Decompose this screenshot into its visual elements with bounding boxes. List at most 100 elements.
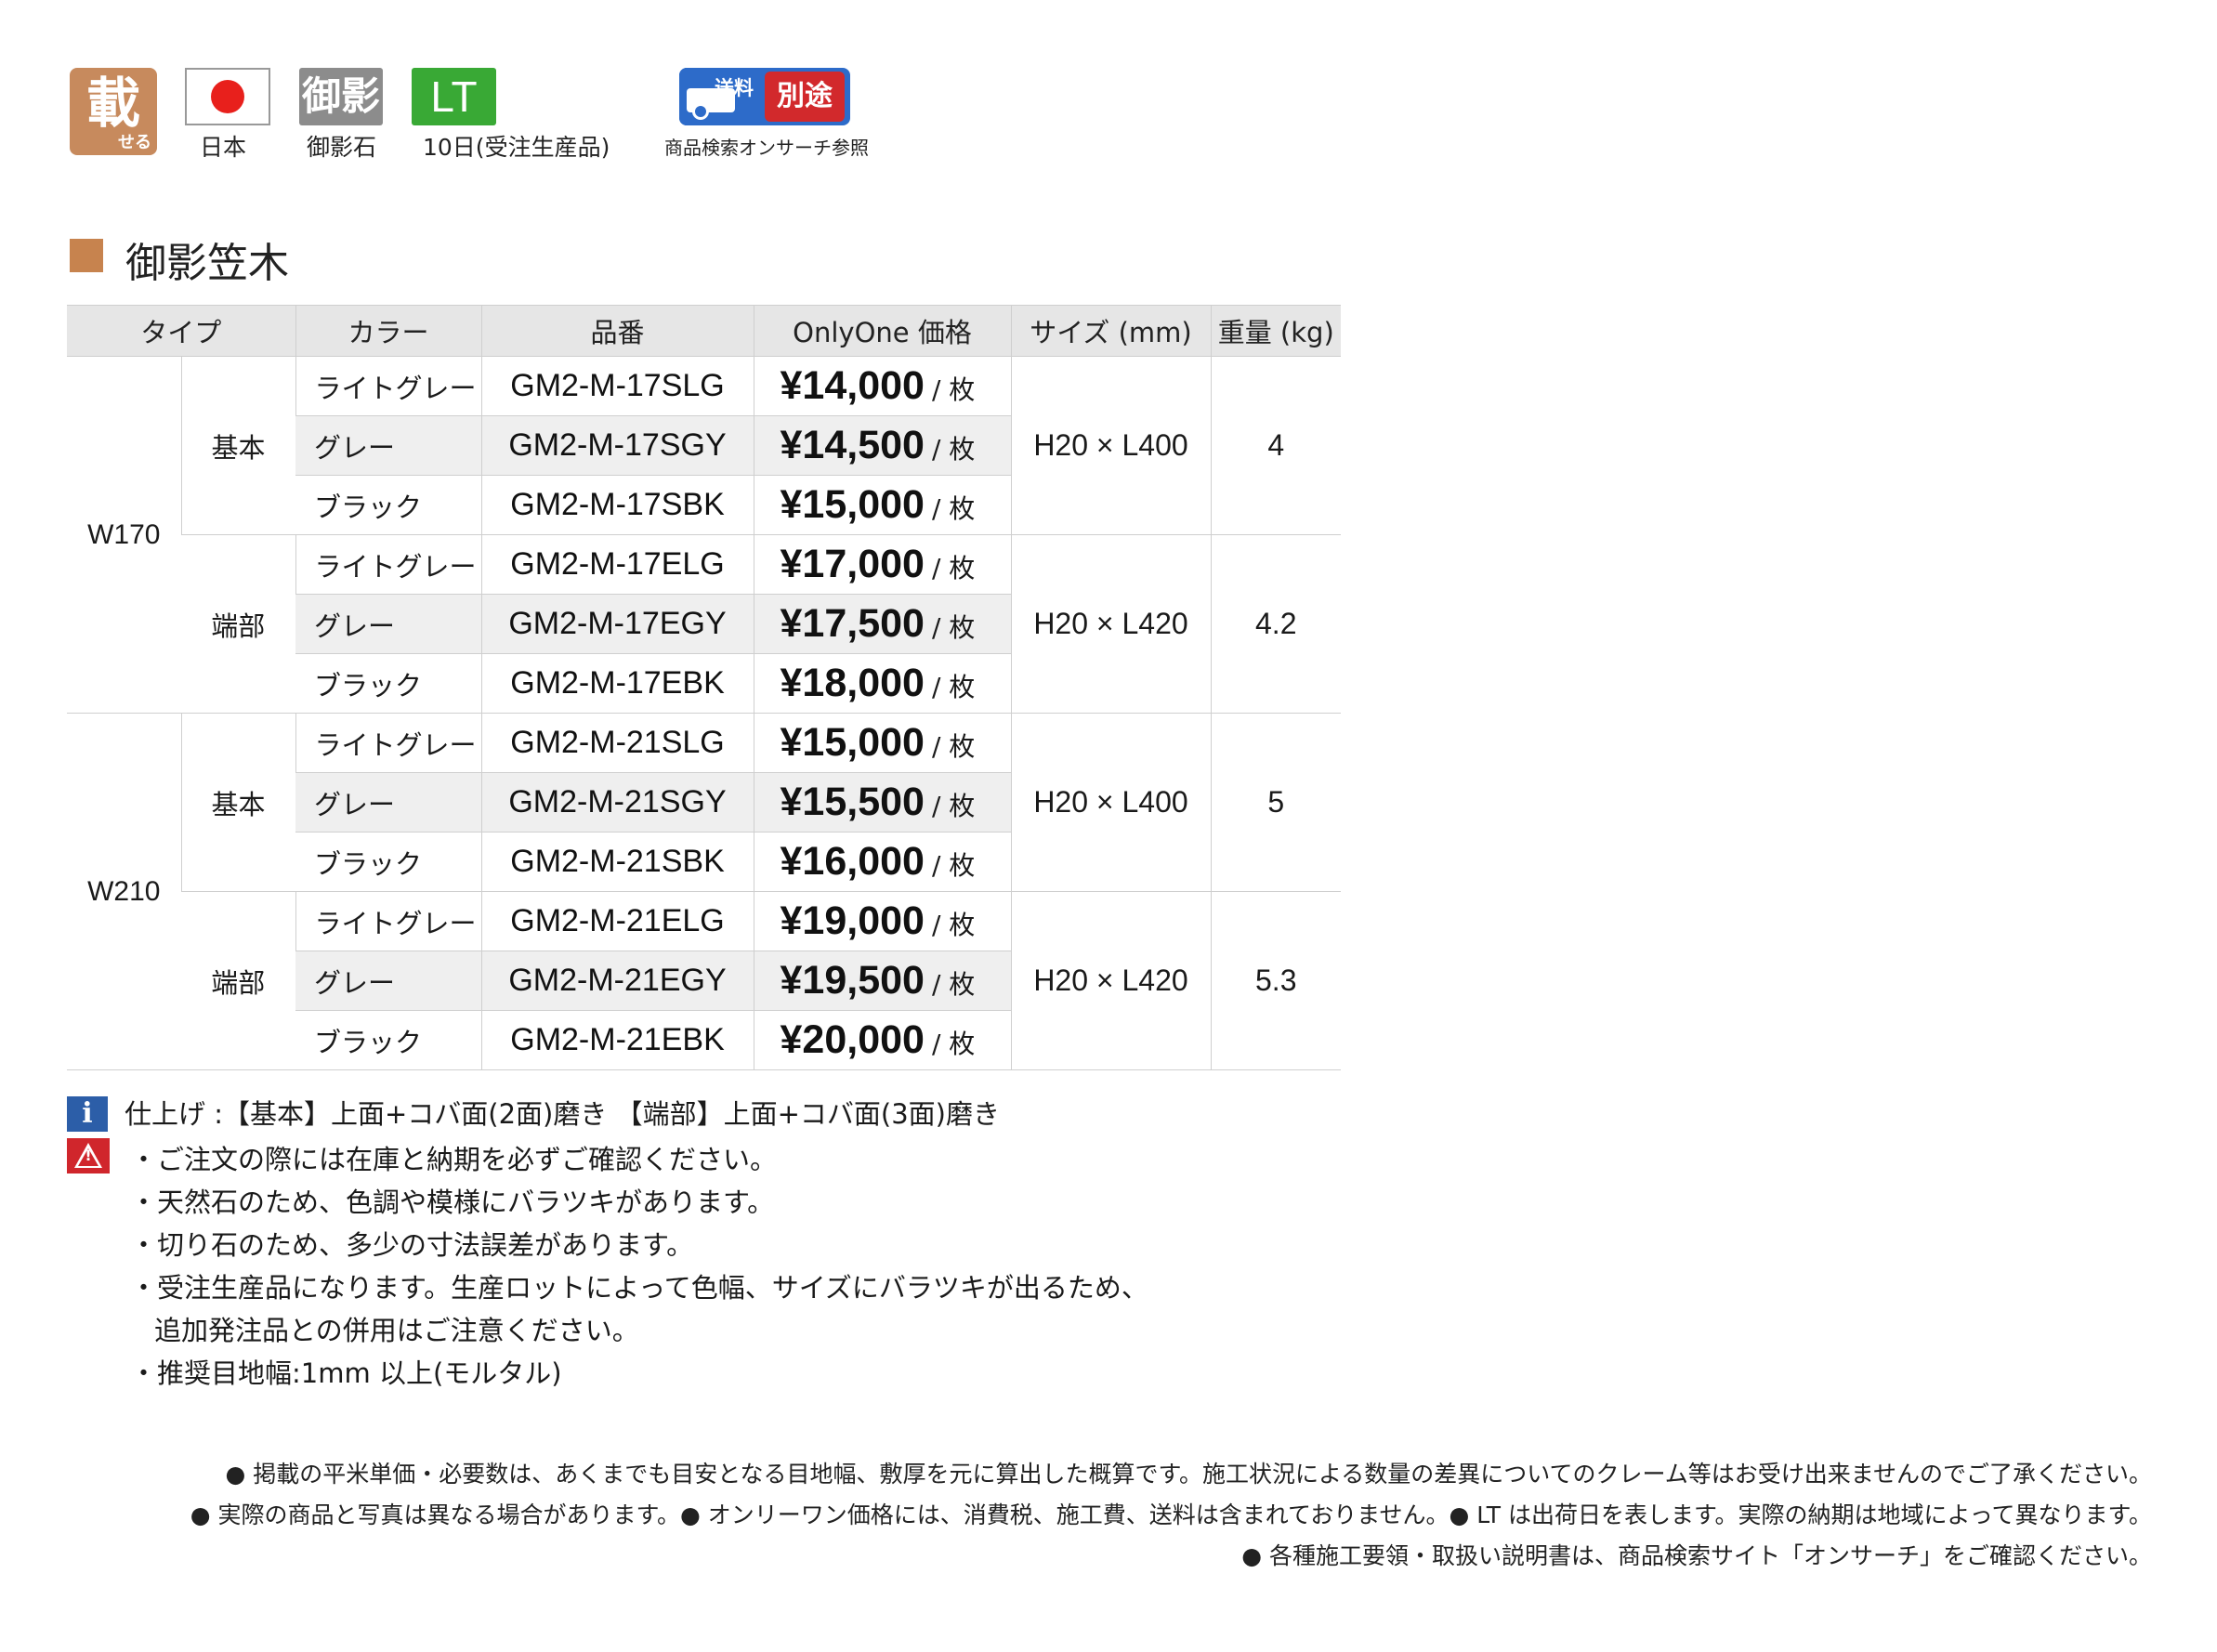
header-color: カラー xyxy=(295,305,481,357)
price-unit: / 枚 xyxy=(931,850,976,881)
price-amount: ¥18,000 xyxy=(780,661,925,705)
price-amount: ¥17,000 xyxy=(780,542,925,586)
price-unit: / 枚 xyxy=(931,791,976,821)
table-row: 端部 ライトグレー GM2-M-17ELG ¥17,000/ 枚 H20 × L420 4… xyxy=(67,534,1341,714)
footnote: ● 各種施工要領・取扱い説明書は、商品検索サイト「オンサーチ」をご確認ください。 xyxy=(1241,1542,2152,1569)
weight-cell: 5.3 xyxy=(1210,891,1341,1070)
price-amount: ¥14,500 xyxy=(780,423,925,467)
color-cell: ブラック xyxy=(295,653,481,714)
product-code: GM2-M-21EBK xyxy=(480,1010,754,1070)
size-cell: H20 × L420 xyxy=(1010,891,1211,1070)
product-code: GM2-M-17ELG xyxy=(480,534,754,595)
origin-label: 日本 xyxy=(200,134,247,161)
size-cell: H20 × L400 xyxy=(1010,356,1211,535)
color-cell: ライトグレー xyxy=(295,713,481,773)
table-header-row: タイプ カラー 品番 OnlyOne 価格 サイズ (mm) 重量 (kg) xyxy=(67,305,1341,357)
price-cell: ¥19,000/ 枚 xyxy=(753,891,1011,951)
material-label: 御影石 xyxy=(307,134,377,161)
price-unit: / 枚 xyxy=(931,969,976,1000)
list-item: 追加発注品との併用はご注意ください。 xyxy=(154,1315,639,1346)
product-code: GM2-M-17SBK xyxy=(480,475,754,535)
price-amount: ¥19,000 xyxy=(780,898,925,943)
price-amount: ¥15,000 xyxy=(780,482,925,527)
product-code: GM2-M-21SGY xyxy=(480,772,754,833)
noseru-icon: 載 せる xyxy=(70,68,157,155)
color-cell: グレー xyxy=(295,594,481,654)
lt-icon: LT xyxy=(412,68,496,125)
warning-icon: ! xyxy=(67,1138,110,1173)
price-amount: ¥17,500 xyxy=(780,601,925,646)
list-item: ・切り石のため、多少の寸法誤差があります。 xyxy=(130,1229,694,1261)
price-unit: / 枚 xyxy=(931,493,976,524)
price-cell: ¥16,000/ 枚 xyxy=(753,832,1011,892)
price-unit: / 枚 xyxy=(931,672,976,702)
price-cell: ¥17,000/ 枚 xyxy=(753,534,1011,595)
product-code: GM2-M-17EBK xyxy=(480,653,754,714)
color-cell: ブラック xyxy=(295,1010,481,1070)
type-cell: 基本 xyxy=(180,713,295,892)
square-bullet-icon xyxy=(70,239,103,272)
color-cell: ブラック xyxy=(295,475,481,535)
price-unit: / 枚 xyxy=(931,910,976,940)
price-unit: / 枚 xyxy=(931,612,976,643)
footnote: ● 実際の商品と写真は異なる場合があります。● オンリーワン価格には、消費税、施… xyxy=(190,1501,2152,1528)
table-row: 端部 ライトグレー GM2-M-21ELG ¥19,000/ 枚 H20 × L420 5… xyxy=(67,891,1341,1070)
product-code: GM2-M-17EGY xyxy=(480,594,754,654)
product-code: GM2-M-17SGY xyxy=(480,415,754,476)
product-code: GM2-M-21SBK xyxy=(480,832,754,892)
price-cell: ¥18,000/ 枚 xyxy=(753,653,1011,714)
list-item: ・受注生産品になります。生産ロットによって色幅、サイズにバラツキが出るため、 xyxy=(130,1272,1148,1304)
footnote: ● 掲載の平米単価・必要数は、あくまでも目安となる目地幅、敷厚を元に算出した概算… xyxy=(225,1461,2152,1488)
color-cell: ライトグレー xyxy=(295,534,481,595)
price-unit: / 枚 xyxy=(931,434,976,465)
header-code: 品番 xyxy=(480,305,754,357)
weight-cell: 5 xyxy=(1210,713,1341,892)
color-cell: ブラック xyxy=(295,832,481,892)
header-size: サイズ (mm) xyxy=(1010,305,1211,357)
price-amount: ¥14,000 xyxy=(780,363,925,408)
table-row: W170 基本 ライトグレー GM2-M-17SLG ¥14,000/ 枚 H20 × L… xyxy=(67,356,1341,714)
price-cell: ¥15,000/ 枚 xyxy=(753,713,1011,773)
price-amount: ¥16,000 xyxy=(780,839,925,884)
price-amount: ¥15,500 xyxy=(780,780,925,824)
price-cell: ¥14,000/ 枚 xyxy=(753,356,1011,416)
product-code: GM2-M-21SLG xyxy=(480,713,754,773)
warning-list: ・ご注文の際には在庫と納期を必ずご確認ください。 ・天然石のため、色調や模様にバ… xyxy=(130,1138,1148,1395)
price-amount: ¥20,000 xyxy=(780,1017,925,1062)
weight-cell: 4 xyxy=(1210,356,1341,535)
price-amount: ¥15,000 xyxy=(780,720,925,765)
footnotes: ● 掲載の平米単価・必要数は、あくまでも目安となる目地幅、敷厚を元に算出した概算… xyxy=(190,1454,2152,1577)
color-cell: グレー xyxy=(295,415,481,476)
type-cell: 端部 xyxy=(181,891,295,1070)
header-weight: 重量 (kg) xyxy=(1210,305,1341,357)
price-cell: ¥14,500/ 枚 xyxy=(753,415,1011,476)
price-table: タイプ カラー 品番 OnlyOne 価格 サイズ (mm) 重量 (kg) W… xyxy=(67,305,1341,1070)
table-row: W210 基本 ライトグレー GM2-M-21SLG ¥15,000/ 枚 H20 × L… xyxy=(67,713,1341,1070)
japan-flag-icon xyxy=(185,68,270,125)
granite-icon: 御影 xyxy=(299,68,383,125)
price-cell: ¥15,000/ 枚 xyxy=(753,475,1011,535)
shipping-label: 商品検索オンサーチ参照 xyxy=(664,137,869,159)
weight-cell: 4.2 xyxy=(1210,534,1341,714)
price-cell: ¥20,000/ 枚 xyxy=(753,1010,1011,1070)
list-item: ・天然石のため、色調や模様にバラツキがあります。 xyxy=(130,1187,775,1218)
color-cell: グレー xyxy=(295,951,481,1011)
price-cell: ¥15,500/ 枚 xyxy=(753,772,1011,833)
price-amount: ¥19,500 xyxy=(780,958,925,1003)
price-unit: / 枚 xyxy=(931,731,976,762)
product-code: GM2-M-17SLG xyxy=(480,356,754,416)
color-cell: グレー xyxy=(295,772,481,833)
width-cell: W170 xyxy=(67,356,181,714)
shipping-icon: 送料 別途 xyxy=(679,68,850,125)
price-unit: / 枚 xyxy=(931,1029,976,1059)
size-cell: H20 × L400 xyxy=(1010,713,1211,892)
color-cell: ライトグレー xyxy=(295,891,481,951)
header-type: タイプ xyxy=(67,305,295,357)
product-code: GM2-M-21ELG xyxy=(480,891,754,951)
type-cell: 基本 xyxy=(180,356,295,535)
list-item: ・ご注文の際には在庫と納期を必ずご確認ください。 xyxy=(130,1144,778,1175)
price-cell: ¥17,500/ 枚 xyxy=(753,594,1011,654)
width-cell: W210 xyxy=(67,713,181,1070)
price-unit: / 枚 xyxy=(931,374,976,405)
header-price: OnlyOne 価格 xyxy=(753,305,1011,357)
